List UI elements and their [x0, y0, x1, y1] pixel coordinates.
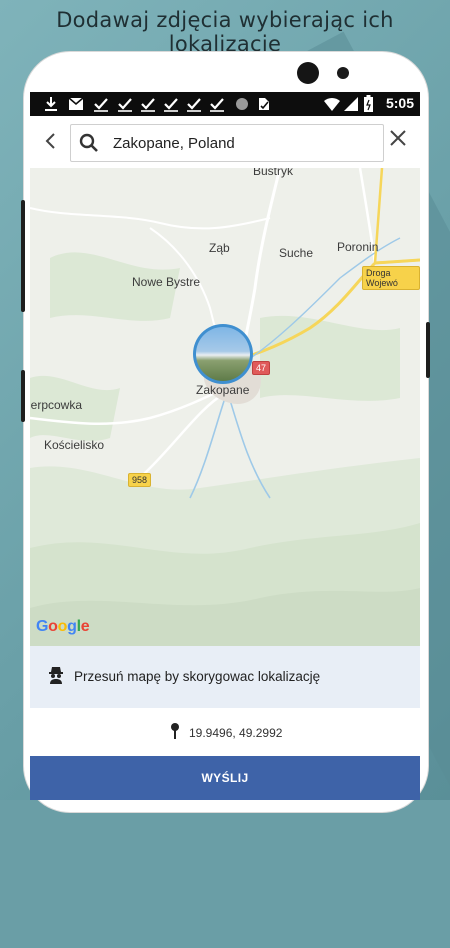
back-arrow-icon [45, 133, 55, 149]
promo-headline: Dodawaj zdjęcia wybierając ich lokalizac… [56, 8, 394, 56]
hint-text: Przesuń mapę by skorygowac lokalizację [74, 669, 321, 684]
front-camera [297, 62, 319, 84]
phone-side-button [21, 200, 25, 312]
road-badge-droga: Droga Wojewó [362, 266, 420, 290]
status-bar: 5:05 [30, 92, 420, 116]
search-input[interactable] [113, 125, 373, 161]
google-logo-letter: o [48, 618, 58, 635]
mail-icon [68, 97, 84, 110]
phone-power-button [426, 322, 430, 378]
map-label-bustryk: Bustryk [253, 168, 294, 178]
coordinates-text: 19.9496, 49.2992 [189, 726, 283, 740]
wifi-icon [324, 97, 340, 111]
record-icon [236, 98, 248, 110]
coordinates-row: 19.9496, 49.2992 [30, 708, 420, 756]
check-icon [187, 98, 201, 112]
check-icon [94, 98, 108, 112]
search-icon [79, 133, 99, 153]
photo-location-pin[interactable] [193, 324, 253, 384]
check-icon [210, 98, 224, 112]
close-icon [390, 130, 406, 146]
road-badge-958: 958 [128, 473, 152, 487]
signal-icon [344, 97, 358, 111]
check-icon [164, 98, 178, 112]
proximity-sensor [337, 67, 349, 79]
map-view[interactable]: Bustryk Ząb Suche Poronin Nowe Bystre Za… [30, 168, 420, 646]
map-label-suche: Suche [279, 246, 314, 260]
map-label-ierpcowka: ierpcowka [30, 398, 83, 412]
hint-bar: Przesuń mapę by skorygowac lokalizację [30, 646, 420, 708]
map-label-nowe-bystre: Nowe Bystre [132, 275, 201, 289]
clock: 5:05 [385, 95, 414, 111]
battery-icon [364, 95, 373, 112]
search-toolbar [30, 116, 420, 168]
check-icon [118, 98, 132, 112]
phone-side-button [21, 370, 25, 422]
map-label-zakopane: Zakopane [196, 383, 250, 397]
spy-icon [48, 666, 68, 686]
back-button[interactable] [40, 130, 62, 154]
road-badge-47: 47 [252, 361, 271, 375]
download-icon [45, 97, 57, 111]
google-logo-letter: G [36, 618, 49, 635]
check-icon [141, 98, 155, 112]
photo-thumbnail [196, 327, 250, 381]
google-logo-text: Google [36, 618, 90, 635]
task-icon [259, 98, 269, 110]
search-box[interactable] [70, 124, 384, 162]
close-button[interactable] [386, 128, 410, 154]
pin-icon [170, 723, 182, 739]
map-label-koscielisko: Kościelisko [44, 438, 105, 452]
map-label-poronin: Poronin [337, 240, 379, 254]
app-screen: 5:05 Zakopane, Poland Bustryk Ząb Suche … [30, 92, 420, 800]
send-button[interactable]: WYŚLIJ [30, 756, 420, 800]
google-logo-letter: e [80, 618, 90, 635]
google-attribution: Google [36, 618, 90, 636]
google-logo-letter: g [67, 618, 77, 635]
map-label-zab: Ząb [209, 241, 230, 255]
google-logo-letter: o [57, 618, 68, 635]
